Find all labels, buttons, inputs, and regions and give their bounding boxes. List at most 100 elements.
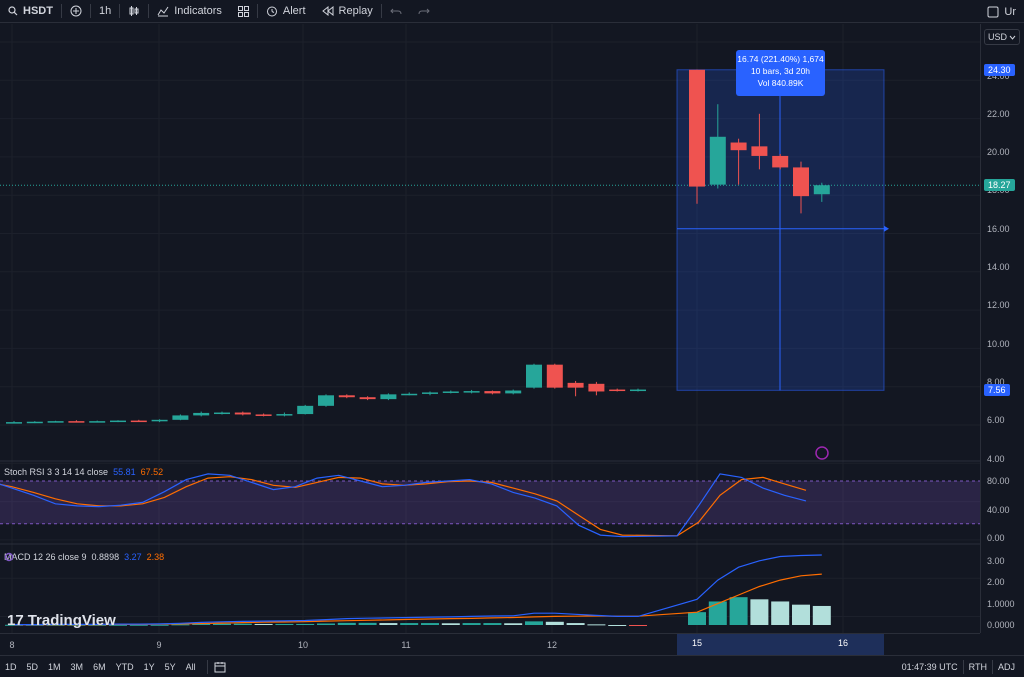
stoch-tick-label: 40.00	[987, 504, 1010, 515]
candle-up	[630, 389, 646, 392]
alarm-clock-icon	[266, 6, 277, 17]
templates-button[interactable]	[230, 0, 257, 23]
chart-type-button[interactable]	[120, 0, 148, 23]
macd-histogram-bar	[525, 621, 543, 625]
price-tag-low: 7.56	[984, 384, 1010, 397]
settings-icon[interactable]	[4, 552, 14, 562]
macd-histogram-bar	[379, 623, 398, 625]
range-button-1m[interactable]: 1M	[43, 662, 66, 672]
undo-icon	[390, 8, 402, 15]
candle-up	[89, 421, 106, 423]
range-button-5d[interactable]: 5D	[22, 662, 44, 672]
redo-button[interactable]	[410, 0, 438, 23]
indicators-button[interactable]: Indicators	[149, 0, 230, 23]
macd-histogram-bar	[233, 623, 252, 625]
price-tick-label: 4.00	[987, 453, 1005, 464]
macd-histogram-bar	[729, 597, 748, 625]
range-button-1d[interactable]: 1D	[0, 662, 22, 672]
chart-canvas[interactable]	[0, 24, 980, 633]
measure-volume: Vol 840.89K	[757, 78, 804, 88]
stoch-d-value: 67.52	[140, 467, 164, 477]
range-button-5y[interactable]: 5Y	[160, 662, 181, 672]
range-button-all[interactable]: All	[181, 662, 201, 672]
top-toolbar: HSDT 1h Indicators Alert Replay Ur	[0, 0, 1024, 23]
range-button-1y[interactable]: 1Y	[139, 662, 160, 672]
macd-tick-label: 1.0000	[987, 598, 1015, 609]
adj-toggle[interactable]: ADJ	[993, 662, 1020, 672]
candle-down	[338, 395, 355, 398]
redo-icon	[418, 8, 430, 15]
macd-title: MACD 12 26 close 9	[4, 552, 87, 562]
macd-histogram-bar	[587, 624, 606, 626]
candle-up	[463, 391, 480, 393]
measure-arrow	[884, 225, 889, 232]
currency-label: USD	[988, 32, 1008, 42]
candle-down	[772, 155, 789, 168]
bottom-bar: 1D 5D 1M 3M 6M YTD 1Y 5Y All 01:47:39 UTC RTH AD…	[0, 655, 1024, 677]
currency-button[interactable]: USD	[984, 29, 1020, 45]
stoch-rsi-legend[interactable]: Stoch RSI 3 3 14 14 close 55.81 67.52	[4, 467, 163, 477]
price-tick-label: 20.00	[987, 147, 1010, 158]
clock-time[interactable]: 01:47:39 UTC	[897, 662, 963, 672]
candle-up	[318, 395, 334, 406]
range-button-6m[interactable]: 6M	[88, 662, 111, 672]
interval-button[interactable]: 1h	[91, 0, 119, 23]
measure-change: 16.74 (221.40%) 1,674	[737, 54, 824, 64]
macd-histogram-bar	[462, 623, 481, 625]
macd-histogram-bar	[317, 623, 335, 625]
time-axis[interactable]: 8 9 10 11 12 15 16	[0, 633, 980, 655]
lightning-icon	[815, 446, 829, 460]
macd-legend[interactable]: MACD 12 26 close 9 0.8898 3.27 2.38	[4, 552, 164, 562]
symbol-search-button[interactable]: HSDT	[0, 0, 61, 23]
candle-up	[422, 392, 438, 394]
range-button-ytd[interactable]: YTD	[111, 662, 139, 672]
macd-histogram-bar	[483, 623, 502, 625]
price-axis[interactable]: USD 24.0022.0020.0018.0016.0014.0012.001…	[980, 24, 1024, 633]
chart-area[interactable]: 16.74 (221.40%) 1,674 10 bars, 3d 20h Vo…	[0, 24, 980, 633]
measure-time-range	[677, 634, 884, 655]
layout-label: Ur	[1004, 5, 1016, 18]
candles-icon	[129, 6, 139, 16]
candle-up	[26, 421, 43, 424]
rth-toggle[interactable]: RTH	[964, 662, 992, 672]
chevron-down-icon	[1009, 35, 1016, 40]
macd-histogram-bar	[504, 623, 523, 625]
stoch-tick-label: 80.00	[987, 476, 1010, 486]
alert-button[interactable]: Alert	[258, 0, 314, 23]
range-button-3m[interactable]: 3M	[66, 662, 89, 672]
candle-up	[297, 405, 314, 415]
replay-button[interactable]: Replay	[314, 0, 381, 23]
macd-histogram-bar	[400, 623, 419, 625]
measure-tooltip: 16.74 (221.40%) 1,674 10 bars, 3d 20h Vo…	[736, 50, 825, 96]
undo-button[interactable]	[382, 0, 410, 23]
candle-up	[110, 420, 126, 423]
macd-tick-label: 2.00	[987, 577, 1005, 588]
macd-histogram-bar	[254, 623, 273, 625]
measure-bars: 10 bars, 3d 20h	[750, 66, 811, 76]
macd-histogram-bar	[441, 623, 460, 625]
candle-down	[130, 420, 147, 423]
macd-histogram-bar	[358, 622, 377, 625]
macd-histogram-bar	[421, 623, 439, 625]
macd-histogram-bar	[812, 605, 831, 625]
macd-tick-label: 3.00	[987, 555, 1005, 566]
macd-histogram-bar	[792, 604, 810, 625]
candle-up	[401, 393, 418, 396]
price-tick-label: 22.00	[987, 108, 1010, 119]
time-label: 9	[156, 640, 162, 650]
stoch-tick-label: 0.00	[987, 533, 1005, 543]
compare-button[interactable]	[62, 0, 90, 23]
indicators-icon	[157, 6, 169, 17]
candle-down	[234, 412, 251, 415]
macd-histogram-bar	[337, 622, 356, 625]
candle-up	[276, 414, 293, 416]
search-icon	[8, 6, 18, 16]
candle-down	[68, 421, 85, 423]
price-tick-label: 14.00	[987, 262, 1010, 272]
layout-button[interactable]: Ur	[979, 0, 1024, 23]
calendar-icon[interactable]	[214, 661, 226, 673]
candle-down	[689, 69, 705, 187]
time-label: 15	[691, 638, 703, 648]
replay-icon	[321, 6, 334, 16]
candle-down	[793, 167, 809, 197]
